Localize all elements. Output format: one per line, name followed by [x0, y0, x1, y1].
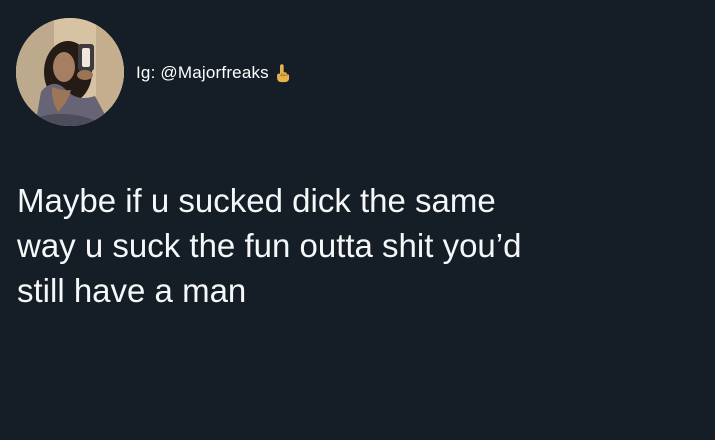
- tweet-card: Ig: @Majorfreaks Maybe if u sucked dick …: [0, 0, 715, 440]
- tweet-text: Maybe if u sucked dick the same way u su…: [17, 182, 522, 309]
- profile-handle[interactable]: Ig: @Majorfreaks: [136, 63, 269, 83]
- middle-finger-emoji-icon: [275, 63, 291, 83]
- profile-header: Ig: @Majorfreaks: [136, 62, 291, 84]
- profile-photo: [16, 18, 124, 126]
- profile-avatar[interactable]: [16, 18, 124, 126]
